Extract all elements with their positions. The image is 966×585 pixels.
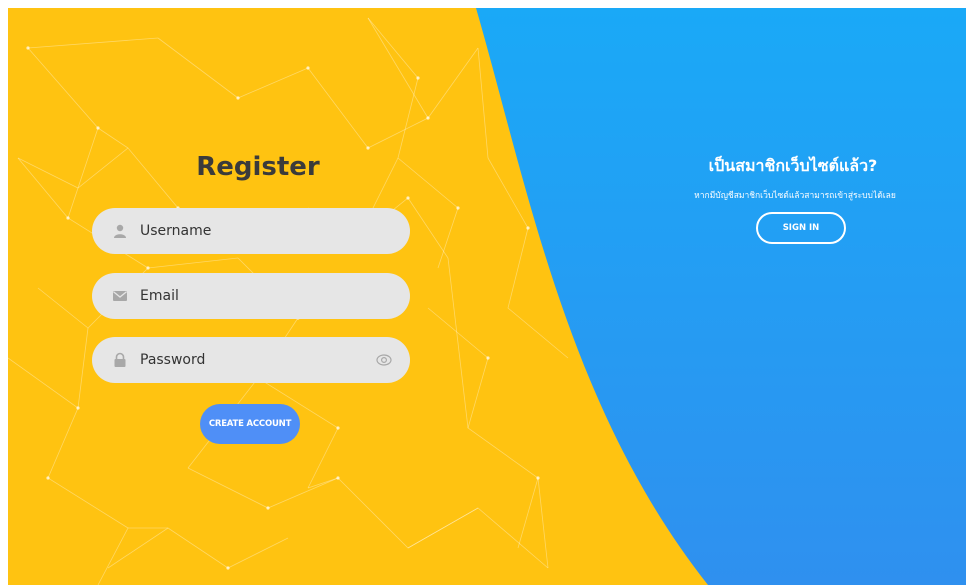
auth-page: Register CREATE ACCOUNT เป็นสมาชิกเว็บไซ… xyxy=(8,8,966,585)
sign-in-button[interactable]: SIGN IN xyxy=(756,212,846,244)
username-input[interactable] xyxy=(140,208,360,254)
create-account-button[interactable]: CREATE ACCOUNT xyxy=(200,404,300,444)
blue-panel-shape xyxy=(476,8,966,585)
lock-icon xyxy=(114,352,126,367)
user-icon xyxy=(114,224,126,238)
register-title: Register xyxy=(196,152,320,182)
signin-panel-subtitle: หากมีบัญชีสมาชิกเว็บไซต์แล้วสามารถเข้าสู… xyxy=(694,191,896,201)
envelope-icon xyxy=(113,291,127,301)
password-field[interactable] xyxy=(92,337,410,383)
email-input[interactable] xyxy=(140,273,360,319)
eye-icon[interactable] xyxy=(376,352,392,368)
signin-panel-title: เป็นสมาชิกเว็บไซต์แล้ว? xyxy=(708,156,878,175)
username-field[interactable] xyxy=(92,208,410,254)
password-input[interactable] xyxy=(140,337,360,383)
email-field[interactable] xyxy=(92,273,410,319)
